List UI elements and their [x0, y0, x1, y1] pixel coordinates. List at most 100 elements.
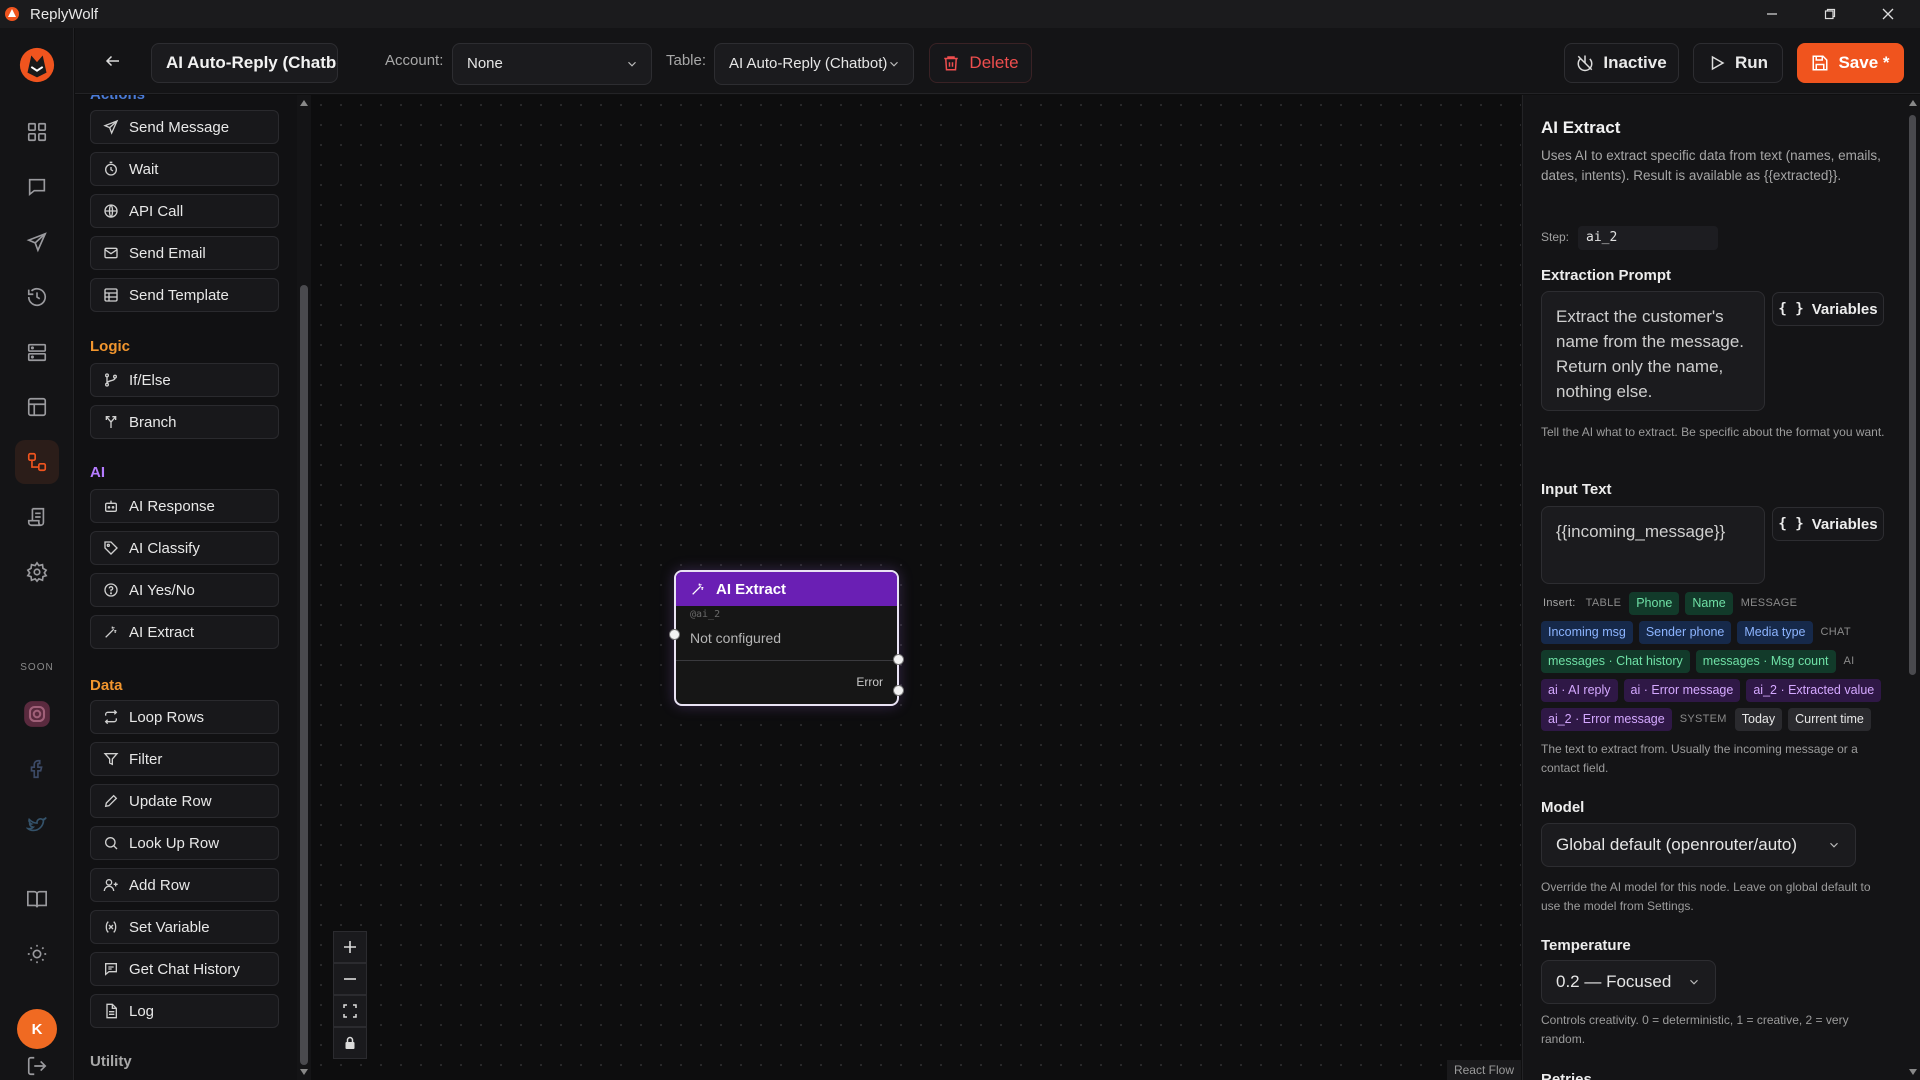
- zoom-out-button[interactable]: [333, 963, 367, 995]
- zoom-in-button[interactable]: [333, 931, 367, 963]
- chip-phone[interactable]: Phone: [1629, 592, 1680, 615]
- nav-settings[interactable]: [15, 550, 59, 594]
- palette-item-get-chat-history[interactable]: Get Chat History: [90, 952, 279, 986]
- nav-history[interactable]: [15, 275, 59, 319]
- chip-ai-error-message[interactable]: ai · Error message: [1623, 679, 1741, 702]
- save-button[interactable]: Save *: [1797, 43, 1904, 83]
- active-toggle-button[interactable]: Inactive: [1564, 43, 1679, 83]
- prompt-variables-button[interactable]: { } Variables: [1772, 292, 1884, 326]
- chip-today[interactable]: Today: [1734, 708, 1783, 731]
- palette-item-api-call[interactable]: API Call: [90, 194, 279, 228]
- palette-item-update-row[interactable]: Update Row: [90, 784, 279, 818]
- inactive-label: Inactive: [1603, 53, 1667, 72]
- flow-canvas[interactable]: AI Extract @ai_2 Not configured Error Re…: [311, 95, 1521, 1080]
- react-flow-attribution[interactable]: React Flow: [1446, 1060, 1521, 1080]
- lock-icon: [345, 1036, 355, 1049]
- nav-workflows[interactable]: [15, 440, 59, 484]
- palette-item-loop-rows[interactable]: Loop Rows: [90, 700, 279, 734]
- account-select-value: None: [467, 55, 503, 72]
- close-window-button[interactable]: [1860, 0, 1916, 28]
- nav-dashboard[interactable]: [15, 110, 59, 154]
- palette-scrollbar[interactable]: [297, 95, 311, 1080]
- panel-scrollbar-thumb[interactable]: [1909, 115, 1916, 675]
- workflow-name-input[interactable]: AI Auto-Reply (Chatbot): [151, 43, 338, 83]
- back-button[interactable]: [99, 47, 127, 75]
- flow-node-ai-extract[interactable]: AI Extract @ai_2 Not configured Error: [669, 570, 904, 706]
- chip-name[interactable]: Name: [1685, 592, 1733, 615]
- chip-group-message: MESSAGE: [1740, 597, 1798, 609]
- palette-item-send-message[interactable]: Send Message: [90, 110, 279, 144]
- palette-item-label: AI Yes/No: [129, 581, 195, 599]
- chip-msg-count[interactable]: messages · Msg count: [1695, 650, 1836, 673]
- palette-item-ai-response[interactable]: AI Response: [90, 489, 279, 523]
- input-text-textarea[interactable]: {{incoming_message}}: [1541, 506, 1765, 584]
- palette-item-label: Send Message: [129, 118, 230, 136]
- model-help: Override the AI model for this node. Lea…: [1541, 880, 1871, 913]
- palette-item-ai-extract[interactable]: AI Extract: [90, 615, 279, 649]
- palette-item-set-variable[interactable]: Set Variable: [90, 910, 279, 944]
- nav-templates[interactable]: [15, 330, 59, 374]
- chip-ai2-error-message[interactable]: ai_2 · Error message: [1541, 708, 1672, 731]
- node-output-handle[interactable]: [893, 654, 904, 665]
- palette-item-ai-classify[interactable]: AI Classify: [90, 531, 279, 565]
- model-select[interactable]: Global default (openrouter/auto): [1541, 823, 1856, 867]
- nav-docs[interactable]: [15, 877, 59, 921]
- palette-item-label: Filter: [129, 750, 163, 768]
- insert-chips: Insert: TABLE Phone Name MESSAGE Incomin…: [1541, 592, 1891, 731]
- table-label: Table:: [666, 52, 707, 69]
- palette-item-branch[interactable]: Branch: [90, 405, 279, 439]
- chip-sender-phone[interactable]: Sender phone: [1638, 621, 1732, 644]
- input-variables-button[interactable]: { } Variables: [1772, 507, 1884, 541]
- nav-campaigns[interactable]: [15, 220, 59, 264]
- nav-tables[interactable]: [15, 385, 59, 429]
- chip-current-time[interactable]: Current time: [1788, 708, 1871, 731]
- palette-item-label: Branch: [129, 413, 177, 431]
- chip-incoming-msg[interactable]: Incoming msg: [1541, 621, 1633, 644]
- chip-media-type[interactable]: Media type: [1737, 621, 1813, 644]
- fit-view-button[interactable]: [333, 995, 367, 1027]
- nav-chats[interactable]: [15, 165, 59, 209]
- palette-item-log[interactable]: Log: [90, 994, 279, 1028]
- palette-item-filter[interactable]: Filter: [90, 742, 279, 776]
- chip-ai2-extracted-value[interactable]: ai_2 · Extracted value: [1746, 679, 1882, 702]
- theme-toggle[interactable]: [15, 932, 59, 976]
- palette-item-send-email[interactable]: Send Email: [90, 236, 279, 270]
- palette-item-look-up-row[interactable]: Look Up Row: [90, 826, 279, 860]
- chip-ai-reply[interactable]: ai · AI reply: [1541, 679, 1618, 702]
- chevron-down-icon: [628, 61, 636, 67]
- extraction-prompt-help: Tell the AI what to extract. Be specific…: [1541, 425, 1885, 439]
- step-input[interactable]: ai_2: [1578, 226, 1718, 250]
- logout-button[interactable]: [15, 1044, 59, 1080]
- nav-logs[interactable]: [15, 495, 59, 539]
- panel-scrollbar[interactable]: [1905, 95, 1920, 1080]
- filter-icon: [103, 753, 119, 766]
- node-input-handle[interactable]: [669, 629, 680, 640]
- brand-logo[interactable]: [15, 43, 59, 87]
- palette-item-send-template[interactable]: Send Template: [90, 278, 279, 312]
- palette-item-if-else[interactable]: If/Else: [90, 363, 279, 397]
- pencil-icon: [104, 794, 118, 808]
- section-utility: Utility: [90, 1053, 132, 1070]
- run-button[interactable]: Run: [1693, 43, 1783, 83]
- chip-group-ai: AI: [1843, 655, 1855, 667]
- repeat-icon: [104, 709, 118, 725]
- palette-item-add-row[interactable]: Add Row: [90, 868, 279, 902]
- account-select[interactable]: None: [452, 43, 652, 85]
- node-error-handle[interactable]: [893, 685, 904, 696]
- maximize-button[interactable]: [1802, 0, 1858, 28]
- extraction-prompt-textarea[interactable]: Extract the customer's name from the mes…: [1541, 291, 1765, 411]
- palette-scrollbar-thumb[interactable]: [300, 285, 308, 1065]
- user-avatar[interactable]: K: [17, 1009, 57, 1049]
- palette-item-ai-yes-no[interactable]: AI Yes/No: [90, 573, 279, 607]
- temperature-select[interactable]: 0.2 — Focused: [1541, 960, 1716, 1004]
- minimize-button[interactable]: [1744, 0, 1800, 28]
- lock-canvas-button[interactable]: [333, 1027, 367, 1059]
- delete-button[interactable]: Delete: [929, 43, 1032, 83]
- table-select[interactable]: AI Auto-Reply (Chatbot): [714, 43, 914, 85]
- palette-item-label: AI Extract: [129, 623, 195, 641]
- chip-chat-history[interactable]: messages · Chat history: [1541, 650, 1690, 673]
- close-icon: [1882, 8, 1894, 20]
- minus-icon: [344, 978, 356, 980]
- trash-icon: [944, 56, 959, 71]
- palette-item-wait[interactable]: Wait: [90, 152, 279, 186]
